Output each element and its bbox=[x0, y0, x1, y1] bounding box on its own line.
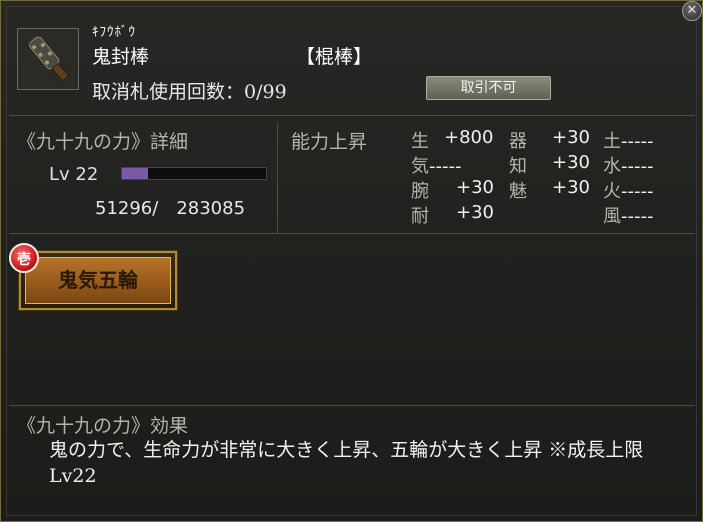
stat-value: +30 bbox=[552, 127, 590, 148]
stat-item: 生 bbox=[411, 131, 429, 152]
stats-divider bbox=[9, 233, 695, 234]
level-label: Lv 22 bbox=[49, 164, 99, 185]
exp-value: 51296/ 283085 bbox=[95, 198, 246, 219]
header-divider bbox=[9, 115, 695, 116]
effect-title: 《九十九の力》効果 bbox=[17, 415, 189, 437]
effect-divider bbox=[9, 405, 695, 406]
stat-value: +800 bbox=[444, 127, 494, 148]
exp-progress-bar bbox=[121, 167, 267, 180]
stat-item: 魅 bbox=[509, 181, 527, 202]
stat-value: +30 bbox=[552, 177, 590, 198]
stat-item: 腕 bbox=[411, 181, 429, 202]
kanabo-club-icon bbox=[17, 28, 79, 90]
stat-item: 器 bbox=[509, 131, 527, 152]
stat-item: 火----- bbox=[603, 181, 654, 202]
effect-description: 鬼の力で、生命力が非常に大きく上昇、五輪が大きく上昇 ※成長上限Lv22 bbox=[49, 439, 644, 487]
item-type: 【棍棒】 bbox=[296, 46, 373, 68]
stat-value: +30 bbox=[456, 202, 494, 223]
close-icon[interactable]: ✕ bbox=[682, 1, 702, 21]
skill-rank-badge: 壱 bbox=[9, 243, 39, 273]
stat-value: +30 bbox=[552, 152, 590, 173]
exp-progress-fill bbox=[122, 168, 148, 179]
kanabo-club-icon-graphic bbox=[18, 29, 78, 89]
item-name: 鬼封棒 bbox=[92, 46, 150, 68]
stat-value: +30 bbox=[456, 177, 494, 198]
section-divider bbox=[277, 123, 278, 233]
stat-item: 水----- bbox=[603, 156, 654, 177]
stat-item: 風----- bbox=[603, 206, 654, 227]
ability-title: 能力上昇 bbox=[291, 131, 368, 153]
stat-item: 耐 bbox=[411, 206, 429, 227]
skill-button[interactable]: 鬼気五輪 bbox=[19, 251, 177, 310]
item-furigana: ｷﾌｳﾎﾞｳ bbox=[92, 25, 136, 40]
item-detail-window: ✕ ｷﾌｳﾎﾞｳ 鬼封棒 【棍棒】 取消札使用回数：0/99 取引不可 《九十九… bbox=[0, 0, 703, 522]
untradable-badge: 取引不可 bbox=[426, 76, 551, 100]
stat-item: 気----- bbox=[411, 156, 462, 177]
detail-title: 《九十九の力》詳細 bbox=[17, 131, 189, 153]
skill-name: 鬼気五輪 bbox=[25, 257, 171, 304]
cancel-tag-uses: 取消札使用回数：0/99 bbox=[92, 81, 287, 103]
stat-item: 知 bbox=[509, 156, 527, 177]
stat-item: 土----- bbox=[603, 131, 654, 152]
